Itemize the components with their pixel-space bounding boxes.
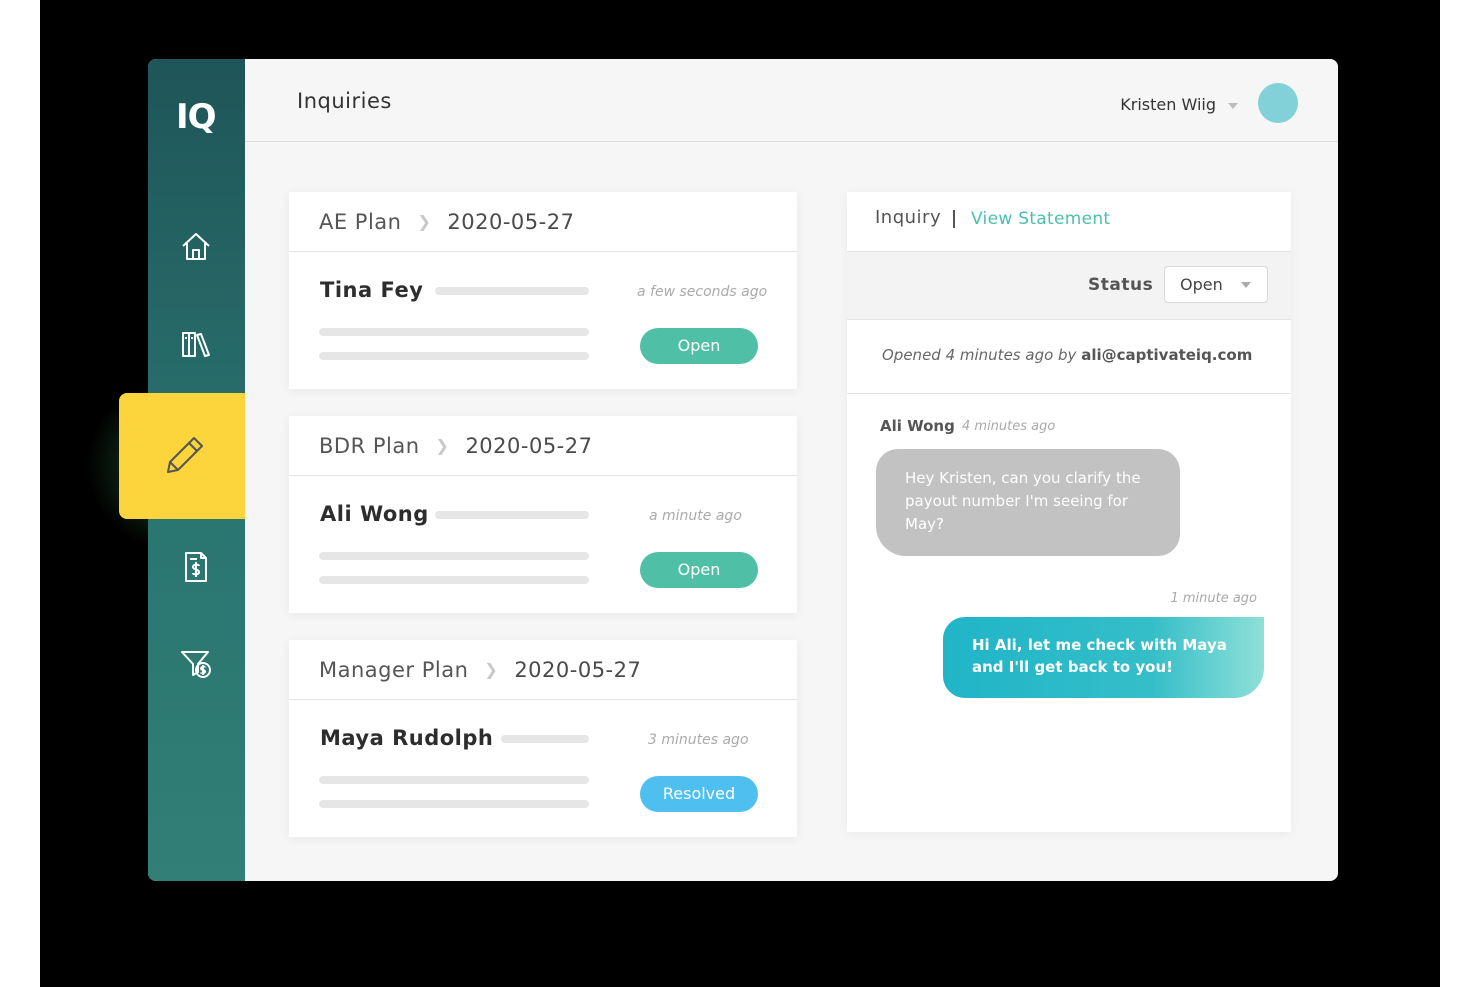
placeholder-line (319, 576, 589, 584)
placeholder-line (319, 776, 589, 784)
home-icon (182, 233, 210, 260)
message-bubble-incoming: Hey Kristen, can you clarify the payout … (876, 449, 1180, 556)
message-bubble-outgoing: Hi Ali, let me check with Maya and I'll … (943, 617, 1264, 698)
status-badge[interactable]: Open (640, 328, 758, 364)
chevron-right-icon: ❯ (484, 660, 499, 679)
plan-name: AE Plan (319, 209, 402, 234)
app-window: IQ Inquiries Kristen Wiig AE Plan ❯ 2020… (148, 59, 1338, 881)
card-header: BDR Plan ❯ 2020-05-27 (289, 416, 797, 476)
status-select-value: Open (1180, 275, 1223, 294)
placeholder-line (501, 735, 589, 743)
person-name: Maya Rudolph (320, 726, 494, 750)
person-name: Ali Wong (320, 502, 429, 526)
placeholder-line (435, 287, 589, 295)
logo: IQ (176, 97, 217, 137)
placeholder-line (319, 552, 589, 560)
placeholder-line (435, 511, 589, 519)
sidebar-item-inquiries[interactable] (119, 393, 245, 519)
card-body: Ali Wong a minute ago Open (289, 476, 797, 613)
inquiry-card[interactable]: Manager Plan ❯ 2020-05-27 Maya Rudolph 3… (289, 640, 797, 837)
status-badge[interactable]: Open (640, 552, 758, 588)
plan-date: 2020-05-27 (465, 433, 593, 458)
card-header: AE Plan ❯ 2020-05-27 (289, 192, 797, 252)
sidebar-item-statements[interactable] (178, 549, 214, 585)
chevron-right-icon: ❯ (435, 436, 450, 455)
opened-info: Opened 4 minutes ago by ali@captivateiq.… (847, 320, 1291, 394)
opened-text: Opened 4 minutes ago by ali@captivateiq.… (882, 346, 1252, 364)
timestamp: a minute ago (649, 508, 742, 524)
opened-prefix: Opened 4 minutes ago by (882, 346, 1082, 364)
pencil-icon (167, 437, 203, 473)
placeholder-line (319, 328, 589, 336)
placeholder-line (319, 352, 589, 360)
chevron-down-icon (1241, 282, 1251, 288)
status-select[interactable]: Open (1164, 266, 1268, 303)
plan-name: Manager Plan (319, 657, 469, 682)
user-menu[interactable]: Kristen Wiig (1120, 95, 1216, 114)
timestamp: 3 minutes ago (648, 732, 749, 748)
page-title: Inquiries (297, 89, 392, 113)
timestamp: a few seconds ago (637, 284, 768, 300)
status-badge[interactable]: Resolved (640, 776, 758, 812)
plan-date: 2020-05-27 (514, 657, 642, 682)
chevron-down-icon[interactable] (1228, 103, 1238, 109)
filter-dollar-icon (181, 651, 211, 678)
placeholder-line (319, 800, 589, 808)
inquiry-card[interactable]: AE Plan ❯ 2020-05-27 Tina Fey a few seco… (289, 192, 797, 389)
message-timestamp: 4 minutes ago (962, 419, 1056, 434)
sidebar-item-payouts[interactable] (178, 646, 214, 682)
sidebar-item-library[interactable] (178, 326, 214, 362)
status-label: Status (1088, 275, 1154, 295)
plan-name: BDR Plan (319, 433, 420, 458)
inquiry-card[interactable]: BDR Plan ❯ 2020-05-27 Ali Wong a minute … (289, 416, 797, 613)
top-bar: Inquiries Kristen Wiig (245, 59, 1338, 142)
chevron-right-icon: ❯ (417, 212, 432, 231)
tab-view-statement[interactable]: View Statement (971, 209, 1110, 229)
message-timestamp: 1 minute ago (1170, 591, 1257, 606)
avatar[interactable] (1258, 83, 1298, 123)
status-row: Status Open (847, 252, 1291, 320)
tab-inquiry[interactable]: Inquiry (875, 207, 941, 228)
statement-icon (185, 552, 207, 582)
person-name: Tina Fey (320, 278, 424, 302)
card-body: Maya Rudolph 3 minutes ago Resolved (289, 700, 797, 837)
opened-email: ali@captivateiq.com (1081, 346, 1253, 364)
inquiry-detail-panel: Inquiry View Statement Status Open Opene… (847, 192, 1291, 832)
sidebar-item-home[interactable] (178, 229, 214, 265)
card-header: Manager Plan ❯ 2020-05-27 (289, 640, 797, 700)
library-icon (182, 332, 210, 357)
card-body: Tina Fey a few seconds ago Open (289, 252, 797, 389)
panel-tabs: Inquiry View Statement (847, 192, 1291, 252)
message-author: Ali Wong (880, 417, 955, 435)
tab-divider (953, 210, 955, 228)
plan-date: 2020-05-27 (447, 209, 575, 234)
